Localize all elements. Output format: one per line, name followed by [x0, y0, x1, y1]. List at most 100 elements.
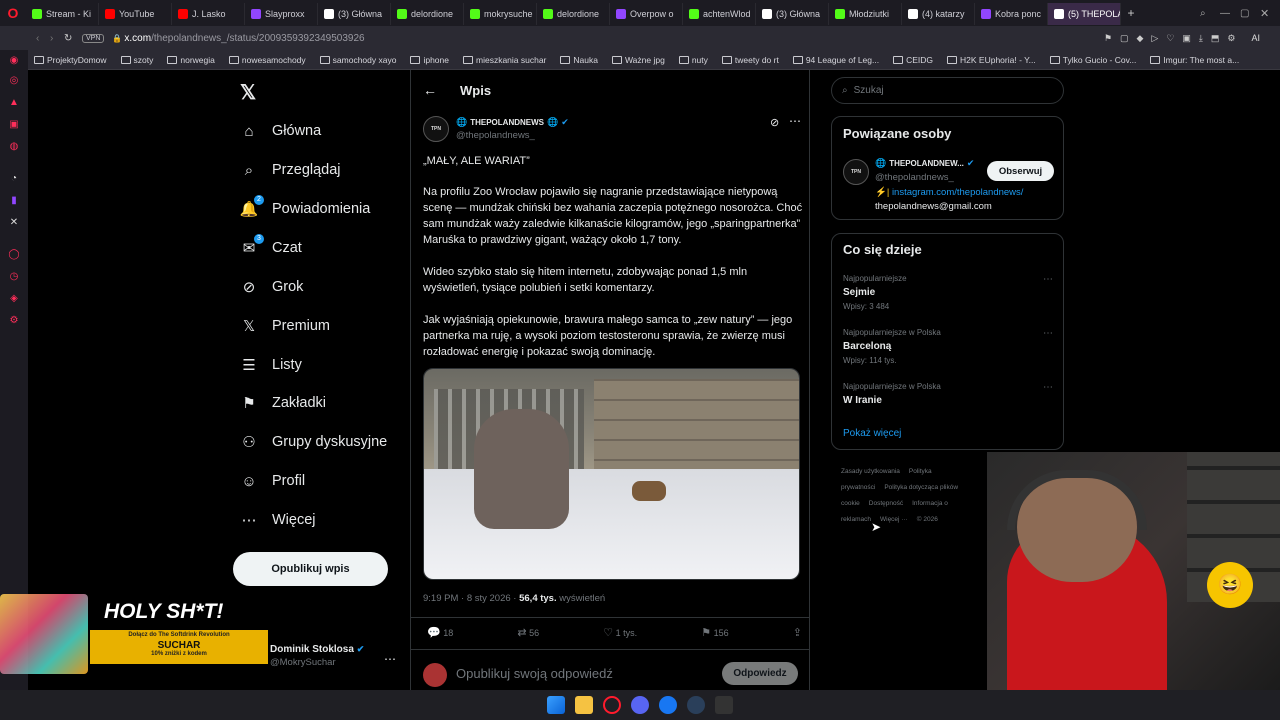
browser-tab[interactable]: Kobra ponc: [975, 3, 1048, 25]
bookmark-item[interactable]: ProjektyDomow: [34, 55, 107, 65]
related-name[interactable]: THEPOLANDNEW...: [889, 159, 964, 168]
nav-item-grupy-dyskusyjne[interactable]: ⚇ Grupy dyskusyjne: [240, 429, 387, 455]
back-icon[interactable]: ‹: [36, 33, 50, 44]
terminal-icon[interactable]: [715, 696, 733, 714]
reload-icon[interactable]: ↻: [64, 33, 82, 44]
footer-link[interactable]: Zasady użytkowania: [841, 468, 900, 475]
nav-item-czat[interactable]: ✉ 3 Czat: [240, 234, 302, 261]
bookmark-item[interactable]: Ważne jpg: [611, 55, 665, 65]
nav-item-powiadomienia[interactable]: 🔔 2 Powiadomienia: [240, 195, 370, 222]
close-window-icon[interactable]: ✕: [1260, 7, 1280, 20]
browser-tab[interactable]: (3) Główna: [756, 3, 829, 25]
settings-icon[interactable]: ⚙: [8, 315, 20, 327]
bookmark-item[interactable]: CEIDG: [893, 55, 933, 65]
bookmark-item[interactable]: mieszkania suchar: [463, 55, 546, 65]
bookmark-item[interactable]: Tylko Gucio - Cov...: [1049, 55, 1136, 65]
post-button[interactable]: Opublikuj wpis: [233, 552, 388, 586]
related-avatar[interactable]: TPN: [843, 159, 869, 185]
bookmark-item[interactable]: tweety do rt: [721, 55, 779, 65]
x-sidebar-icon[interactable]: ✕: [8, 217, 20, 229]
browser-tab[interactable]: (5) THEPOLAND: [1048, 3, 1121, 25]
show-more-link[interactable]: Pokaż więcej: [843, 428, 901, 439]
bookmark-item[interactable]: samochody xayo: [319, 55, 396, 65]
steam-icon[interactable]: [687, 696, 705, 714]
trend-more-icon[interactable]: ⋯: [1043, 274, 1053, 285]
new-tab-icon[interactable]: +: [1121, 6, 1141, 20]
browser-tab[interactable]: (3) Główna: [318, 3, 391, 25]
search-tabs-icon[interactable]: ⌕: [1200, 8, 1220, 19]
back-arrow-icon[interactable]: ←: [423, 82, 437, 98]
sidebar-icon-9[interactable]: ◯: [8, 249, 20, 261]
history-icon[interactable]: ◷: [8, 271, 20, 283]
browser-tab[interactable]: achtenWlod: [683, 3, 756, 25]
browser-tab[interactable]: Overpow o: [610, 3, 683, 25]
follow-button[interactable]: Obserwuj: [987, 161, 1054, 181]
trend-item[interactable]: Najpopularniejsze w Polska Barceloną Wpisy…: [843, 328, 1053, 365]
post-time[interactable]: 9:19 PM · 8 sty 2026 ·: [423, 593, 516, 604]
browser-tab[interactable]: Slayproxx: [245, 3, 318, 25]
nav-item-listy[interactable]: ☰ Listy: [240, 352, 302, 378]
forward-icon[interactable]: ›: [50, 33, 64, 44]
extensions-icons[interactable]: ⚑▢◆▷♡▣⤓⬒⚙: [1104, 33, 1244, 44]
maximize-icon[interactable]: ▢: [1240, 8, 1260, 19]
nav-item-premium[interactable]: 𝕏 Premium: [240, 313, 330, 339]
ai-icon[interactable]: AI: [1251, 33, 1260, 43]
footer-link[interactable]: Dostępność: [869, 500, 903, 507]
post-more-icon[interactable]: ⋯: [789, 114, 801, 128]
trend-more-icon[interactable]: ⋯: [1043, 382, 1053, 393]
footer-link[interactable]: © 2026: [917, 516, 938, 523]
share-icon[interactable]: ⇪: [793, 626, 802, 639]
sidebar-icon-4[interactable]: ▣: [8, 119, 20, 131]
nav-item-główna[interactable]: ⌂ Główna: [240, 118, 321, 144]
url-path[interactable]: /thepolandnews_/status/20093593923495039…: [151, 33, 365, 44]
trend-item[interactable]: Najpopularniejsze w Polska W Iranie ⋯: [843, 382, 1053, 410]
x-logo-icon[interactable]: 𝕏: [240, 80, 256, 105]
opera-logo-icon[interactable]: O: [0, 0, 26, 26]
browser-tab[interactable]: mokrysuche: [464, 3, 537, 25]
trend-item[interactable]: Najpopularniejsze Sejmie Wpisy: 3 484 ⋯: [843, 274, 1053, 311]
bookmark-item[interactable]: nowesamochody: [228, 55, 306, 65]
bookmark-item[interactable]: Nauka: [560, 55, 598, 65]
sidebar-icon-1[interactable]: ◉: [8, 55, 20, 67]
reply-button[interactable]: Odpowiedz: [722, 662, 798, 685]
bookmark-action[interactable]: ⚑ 156: [701, 626, 728, 639]
grok-explain-icon[interactable]: ⊘: [770, 116, 779, 129]
sidebar-icon-11[interactable]: ◈: [8, 293, 20, 305]
bookmark-item[interactable]: szoty: [120, 55, 153, 65]
sidebar-icon-3[interactable]: ▲: [8, 97, 20, 109]
bookmark-item[interactable]: H2K EUphoria! - Y...: [947, 55, 1036, 65]
related-handle[interactable]: @thepolandnews_: [875, 172, 954, 183]
nav-item-grok[interactable]: ⊘ Grok: [240, 274, 304, 300]
bookmark-item[interactable]: Imgur: The most a...: [1150, 55, 1239, 65]
reply-action[interactable]: 💬 18: [427, 626, 453, 639]
nav-item-profil[interactable]: ☺ Profil: [240, 468, 305, 494]
browser-tab[interactable]: YouTube: [99, 3, 172, 25]
vpn-badge[interactable]: VPN: [82, 33, 105, 43]
bookmark-item[interactable]: nuty: [678, 55, 708, 65]
browser-tab[interactable]: delordione: [537, 3, 610, 25]
bookmark-item[interactable]: iphone: [410, 55, 449, 65]
sidebar-icon-2[interactable]: ◎: [8, 75, 20, 87]
nav-item-przeglądaj[interactable]: ⌕ Przeglądaj: [240, 157, 341, 183]
repost-action[interactable]: ⇄ 56: [517, 626, 539, 639]
author-handle[interactable]: @thepolandnews_: [456, 130, 535, 141]
author-name[interactable]: THEPOLANDNEWS: [470, 118, 544, 127]
opera-taskbar-icon[interactable]: [603, 696, 621, 714]
file-explorer-icon[interactable]: [575, 696, 593, 714]
browser-tab[interactable]: Młodziutki: [829, 3, 902, 25]
nav-item-zakładki[interactable]: ⚑ Zakładki: [240, 390, 326, 416]
like-action[interactable]: ♡ 1 tys.: [603, 626, 637, 639]
minimize-icon[interactable]: —: [1220, 8, 1240, 19]
account-switcher[interactable]: Dominik Stoklosa ✔ @MokrySuchar ⋯: [270, 644, 410, 674]
trend-more-icon[interactable]: ⋯: [1043, 328, 1053, 339]
browser-tab[interactable]: delordione: [391, 3, 464, 25]
windows-start-icon[interactable]: [547, 696, 565, 714]
browser-tab[interactable]: (4) katarzy: [902, 3, 975, 25]
discord-icon[interactable]: [631, 696, 649, 714]
footer-link[interactable]: Więcej ···: [880, 516, 908, 523]
reply-input[interactable]: Opublikuj swoją odpowiedź: [456, 666, 613, 681]
nav-item-więcej[interactable]: ⋯ Więcej: [240, 507, 316, 533]
account-more-icon[interactable]: ⋯: [384, 652, 396, 666]
browser-tab[interactable]: Stream - Ki: [26, 3, 99, 25]
search-input[interactable]: ⌕ Szukaj: [831, 77, 1064, 104]
